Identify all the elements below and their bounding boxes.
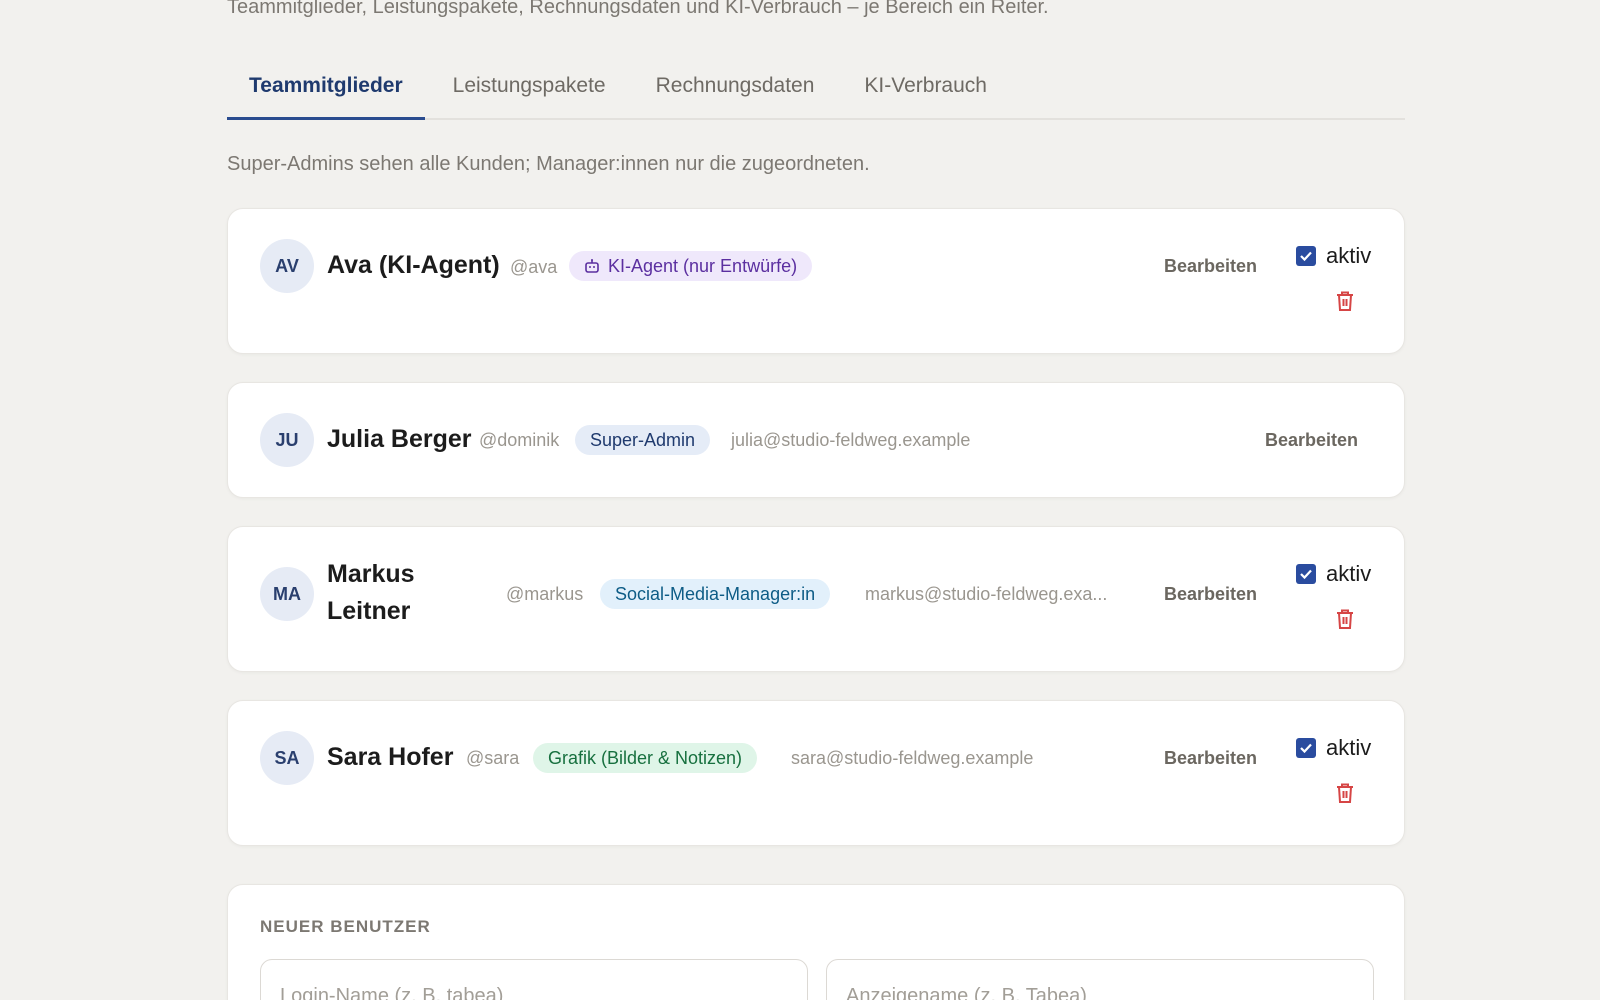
member-name: Markus Leitner bbox=[327, 560, 415, 625]
login-name-input[interactable] bbox=[260, 959, 808, 1000]
edit-button[interactable]: Bearbeiten bbox=[1164, 256, 1257, 277]
checkbox-checked-icon[interactable] bbox=[1296, 564, 1316, 584]
tab-rechnungsdaten[interactable]: Rechnungsdaten bbox=[634, 62, 837, 120]
member-email: julia@studio-feldweg.example bbox=[731, 430, 971, 450]
checkbox-checked-icon[interactable] bbox=[1296, 246, 1316, 266]
active-checkbox[interactable]: aktiv bbox=[1296, 561, 1371, 587]
trash-icon[interactable] bbox=[1334, 289, 1356, 313]
active-checkbox[interactable]: aktiv bbox=[1296, 243, 1371, 269]
avatar: JU bbox=[260, 413, 314, 467]
tab-bar: Teammitglieder Leistungspakete Rechnungs… bbox=[227, 62, 1405, 120]
edit-button[interactable]: Bearbeiten bbox=[1164, 584, 1257, 605]
new-user-card: NEUER BENUTZER bbox=[227, 884, 1405, 1000]
member-card-markus: MA Markus Leitner @markus Social-Media-M… bbox=[227, 526, 1405, 672]
tab-ki-verbrauch[interactable]: KI-Verbrauch bbox=[842, 62, 1009, 120]
section-label: NEUER BENUTZER bbox=[260, 917, 431, 936]
trash-icon[interactable] bbox=[1334, 781, 1356, 805]
active-checkbox[interactable]: aktiv bbox=[1296, 735, 1371, 761]
robot-icon bbox=[585, 259, 599, 273]
avatar: AV bbox=[260, 239, 314, 293]
edit-button[interactable]: Bearbeiten bbox=[1265, 430, 1358, 451]
edit-button[interactable]: Bearbeiten bbox=[1164, 748, 1257, 769]
member-name: Ava (KI-Agent) bbox=[327, 251, 500, 279]
member-card-ava: AV Ava (KI-Agent) @ava KI-Agent (nur Ent… bbox=[227, 208, 1405, 354]
tab-teammitglieder[interactable]: Teammitglieder bbox=[227, 62, 425, 120]
role-badge: Super-Admin bbox=[575, 425, 711, 455]
active-label: aktiv bbox=[1326, 735, 1372, 760]
member-email: markus@studio-feldweg.exa... bbox=[865, 584, 1108, 604]
role-badge: Social-Media-Manager:in bbox=[600, 579, 831, 609]
checkbox-checked-icon[interactable] bbox=[1296, 738, 1316, 758]
intro-text: Teammitglieder, Leistungspakete, Rechnun… bbox=[227, 0, 1049, 18]
role-badge: Grafik (Bilder & Notizen) bbox=[533, 743, 758, 773]
member-card-julia: JU Julia Berger @dominik Super-Admin jul… bbox=[227, 382, 1405, 498]
display-name-input[interactable] bbox=[826, 959, 1374, 1000]
member-name: Julia Berger bbox=[327, 425, 472, 453]
avatar: MA bbox=[260, 567, 314, 621]
tab-leistungspakete[interactable]: Leistungspakete bbox=[431, 62, 628, 120]
member-handle: @dominik bbox=[479, 430, 560, 450]
member-card-sara: SA Sara Hofer @sara Grafik (Bilder & Not… bbox=[227, 700, 1405, 846]
active-label: aktiv bbox=[1326, 243, 1372, 268]
member-handle: @markus bbox=[506, 584, 584, 604]
permission-hint: Super-Admins sehen alle Kunden; Manager:… bbox=[227, 153, 870, 175]
member-handle: @ava bbox=[510, 257, 558, 277]
role-badge: KI-Agent (nur Entwürfe) bbox=[569, 251, 813, 281]
avatar: SA bbox=[260, 731, 314, 785]
member-name: Sara Hofer bbox=[327, 743, 454, 771]
member-email: sara@studio-feldweg.example bbox=[791, 748, 1034, 768]
trash-icon[interactable] bbox=[1334, 607, 1356, 631]
active-label: aktiv bbox=[1326, 561, 1372, 586]
role-badge-label: KI-Agent (nur Entwürfe) bbox=[608, 255, 798, 276]
member-handle: @sara bbox=[466, 748, 520, 768]
